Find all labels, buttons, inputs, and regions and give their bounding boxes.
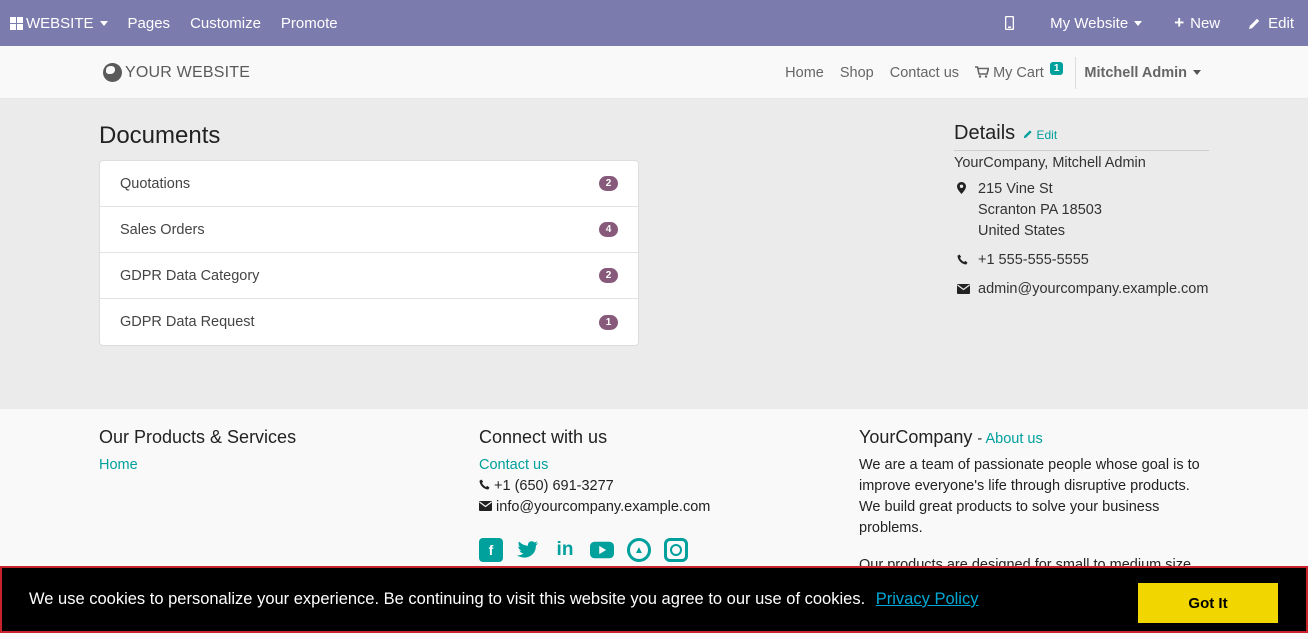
footer-products-col: Our Products & Services Home (99, 427, 296, 476)
address-line-1: 215 Vine St (978, 181, 1053, 197)
email-row: admin@yourcompany.example.com (954, 279, 1209, 300)
admin-bar: WEBSITE Pages Customize Promote My Websi… (0, 0, 1308, 46)
pages-menu[interactable]: Pages (118, 0, 181, 46)
footer-email: info@yourcompany.example.com (479, 497, 710, 518)
doc-item-label: GDPR Data Request (120, 314, 255, 330)
chevron-down-icon (1193, 70, 1201, 75)
address-row: 215 Vine St Scranton PA 18503 United Sta… (954, 179, 1209, 242)
nav-cart[interactable]: My Cart 1 (967, 61, 1071, 81)
github-icon[interactable]: ▲ (627, 538, 651, 562)
promote-menu[interactable]: Promote (271, 0, 348, 46)
chevron-down-icon (99, 20, 108, 26)
phone-icon (954, 250, 978, 271)
address-block: 215 Vine St Scranton PA 18503 United Sta… (978, 179, 1102, 242)
envelope-icon (479, 499, 496, 515)
details-edit-label: Edit (1036, 128, 1058, 142)
apps-icon (10, 16, 23, 30)
customize-menu[interactable]: Customize (180, 0, 271, 46)
count-badge: 4 (599, 222, 618, 237)
nav-home[interactable]: Home (777, 65, 832, 81)
linkedin-icon[interactable]: in (553, 538, 577, 562)
my-website-label: My Website (1050, 14, 1129, 32)
user-menu[interactable]: Mitchell Admin (1075, 56, 1217, 89)
site-header: YOUR WEBSITE Home Shop Contact us My Car… (0, 46, 1308, 99)
pencil-icon (1023, 130, 1032, 139)
cookie-banner: We use cookies to personalize your exper… (0, 566, 1308, 633)
map-marker-icon (954, 179, 978, 242)
pencil-icon (1249, 18, 1260, 29)
edit-label: Edit (1268, 14, 1294, 32)
website-menu[interactable]: WEBSITE (0, 0, 118, 46)
footer-connect-col: Connect with us Contact us +1 (650) 691-… (479, 427, 710, 562)
footer-phone: +1 (650) 691-3277 (479, 476, 710, 497)
accept-cookies-button[interactable]: Got It (1138, 583, 1278, 623)
chevron-down-icon (1134, 20, 1143, 26)
footer-home-link[interactable]: Home (99, 455, 296, 476)
about-paragraph-1: We are a team of passionate people whose… (859, 457, 1200, 536)
plus-icon: + (1174, 13, 1185, 32)
address-line-3: United States (978, 223, 1066, 239)
cookie-message-text: We use cookies to personalize your exper… (29, 590, 866, 608)
doc-item-label: Quotations (120, 175, 191, 192)
nav-shop[interactable]: Shop (832, 65, 882, 81)
footer-company-heading: YourCompany - About us (859, 427, 1043, 447)
doc-item-gdpr-data-request[interactable]: GDPR Data Request 1 (100, 299, 638, 345)
documents-list: Quotations 2 Sales Orders 4 GDPR Data Ca… (99, 160, 639, 346)
doc-item-gdpr-data-category[interactable]: GDPR Data Category 2 (100, 253, 638, 299)
phone-number: +1 555-555-5555 (978, 252, 1089, 268)
user-name: Mitchell Admin (1084, 64, 1187, 81)
phone-row: +1 555-555-5555 (954, 250, 1209, 271)
footer-products-title: Our Products & Services (99, 427, 297, 447)
facebook-icon[interactable]: f (479, 538, 503, 562)
envelope-icon (954, 279, 978, 300)
footer-connect-title: Connect with us (479, 427, 608, 447)
new-label: New (1190, 14, 1221, 32)
count-badge: 1 (599, 314, 618, 330)
documents-title: Documents (99, 122, 221, 149)
company-name: YourCompany, Mitchell Admin (954, 155, 1146, 171)
details-header: Details Edit (954, 122, 1209, 151)
edit-button[interactable]: Edit (1238, 0, 1300, 46)
footer-contact-link[interactable]: Contact us (479, 455, 710, 476)
doc-item-sales-orders[interactable]: Sales Orders 4 (100, 207, 638, 253)
mobile-icon (1005, 16, 1015, 30)
footer-email-address: info@yourcompany.example.com (496, 499, 711, 515)
instagram-icon[interactable] (664, 538, 688, 562)
count-badge: 2 (599, 176, 618, 191)
logo-text: YOUR WEBSITE (125, 63, 251, 81)
count-badge: 2 (599, 268, 618, 283)
site-logo[interactable]: YOUR WEBSITE (103, 63, 250, 82)
doc-item-label: Sales Orders (120, 221, 205, 238)
doc-item-quotations[interactable]: Quotations 2 (100, 161, 638, 207)
social-links: f in ▲ (479, 538, 710, 562)
globe-icon (103, 63, 122, 82)
doc-item-label: GDPR Data Category (120, 267, 260, 284)
website-menu-label: WEBSITE (26, 14, 94, 32)
details-panel: Details Edit YourCompany, Mitchell Admin… (954, 122, 1209, 300)
details-title: Details (954, 122, 1016, 144)
phone-icon (479, 478, 494, 494)
nav-contact-us[interactable]: Contact us (882, 65, 967, 81)
cookie-message: We use cookies to personalize your exper… (29, 590, 978, 609)
details-edit-link[interactable]: Edit (1023, 128, 1057, 142)
twitter-icon[interactable] (516, 538, 540, 562)
mobile-preview-button[interactable] (983, 0, 1036, 46)
youtube-icon[interactable] (590, 538, 614, 562)
new-button[interactable]: + New (1156, 0, 1238, 46)
address-line-2: Scranton PA 18503 (978, 202, 1102, 218)
email-address: admin@yourcompany.example.com (978, 281, 1209, 297)
my-website-menu[interactable]: My Website (1036, 0, 1156, 46)
cart-count-badge: 1 (1049, 61, 1064, 75)
cart-label: My Cart (993, 64, 1044, 81)
footer-company-title: YourCompany (859, 427, 973, 447)
about-us-link[interactable]: About us (985, 431, 1042, 447)
privacy-policy-link[interactable]: Privacy Policy (876, 590, 979, 608)
footer-phone-number: +1 (650) 691-3277 (494, 478, 614, 494)
main-nav: Home Shop Contact us My Cart 1 Mitchell … (777, 46, 1308, 99)
cart-icon (975, 65, 990, 78)
